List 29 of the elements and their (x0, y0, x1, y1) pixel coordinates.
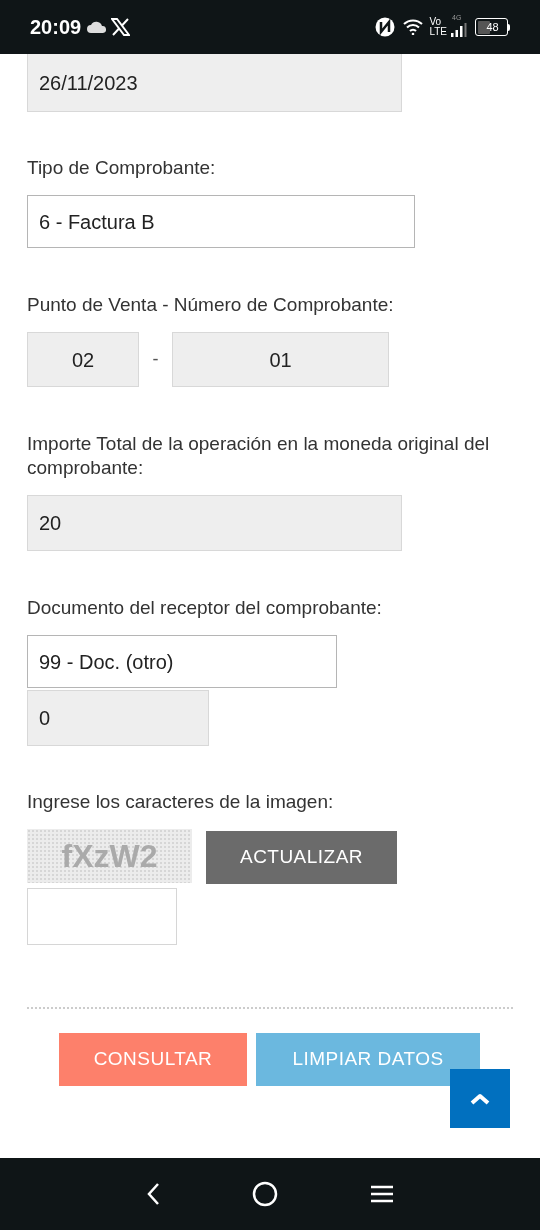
menu-icon[interactable] (370, 1184, 394, 1204)
scroll-to-top-button[interactable] (450, 1069, 510, 1128)
field-label: Tipo de Comprobante: (27, 156, 217, 180)
refresh-button[interactable]: ACTUALIZAR (206, 831, 397, 884)
readonly-field: 26/11/2023 (27, 54, 402, 112)
captcha-image: fXzW2 (27, 829, 192, 883)
nfc-icon (375, 17, 396, 37)
select-field[interactable]: 6 - Factura B (27, 195, 415, 248)
readonly-field: 0 (27, 690, 209, 746)
cloud-icon (87, 21, 108, 33)
x-logo-icon (111, 18, 131, 36)
back-icon[interactable] (146, 1182, 160, 1206)
readonly-field: 20 (27, 495, 402, 551)
separator-text: - (151, 348, 160, 371)
signal-icon (451, 23, 467, 37)
status-time: 20:09 (30, 15, 82, 40)
field-label: Ingrese los caracteres de la imagen: (27, 790, 335, 814)
readonly-field: 01 (172, 332, 389, 387)
select-field[interactable]: 99 - Doc. (otro) (27, 635, 337, 688)
battery-level: 48 (486, 20, 499, 34)
home-icon[interactable] (252, 1181, 278, 1207)
field-label: Importe Total de la operación en la moneda original del comprobante: (27, 432, 491, 480)
readonly-field: 02 (27, 332, 139, 387)
chevron-up-icon (470, 1092, 490, 1105)
field-label: Punto de Venta - Número de Comprobante: (27, 293, 395, 317)
wifi-icon (403, 19, 424, 35)
captcha-input[interactable] (27, 888, 177, 945)
volte-indicator: Vo LTE (429, 17, 447, 37)
field-label: Documento del receptor del comprobante: (27, 596, 383, 620)
